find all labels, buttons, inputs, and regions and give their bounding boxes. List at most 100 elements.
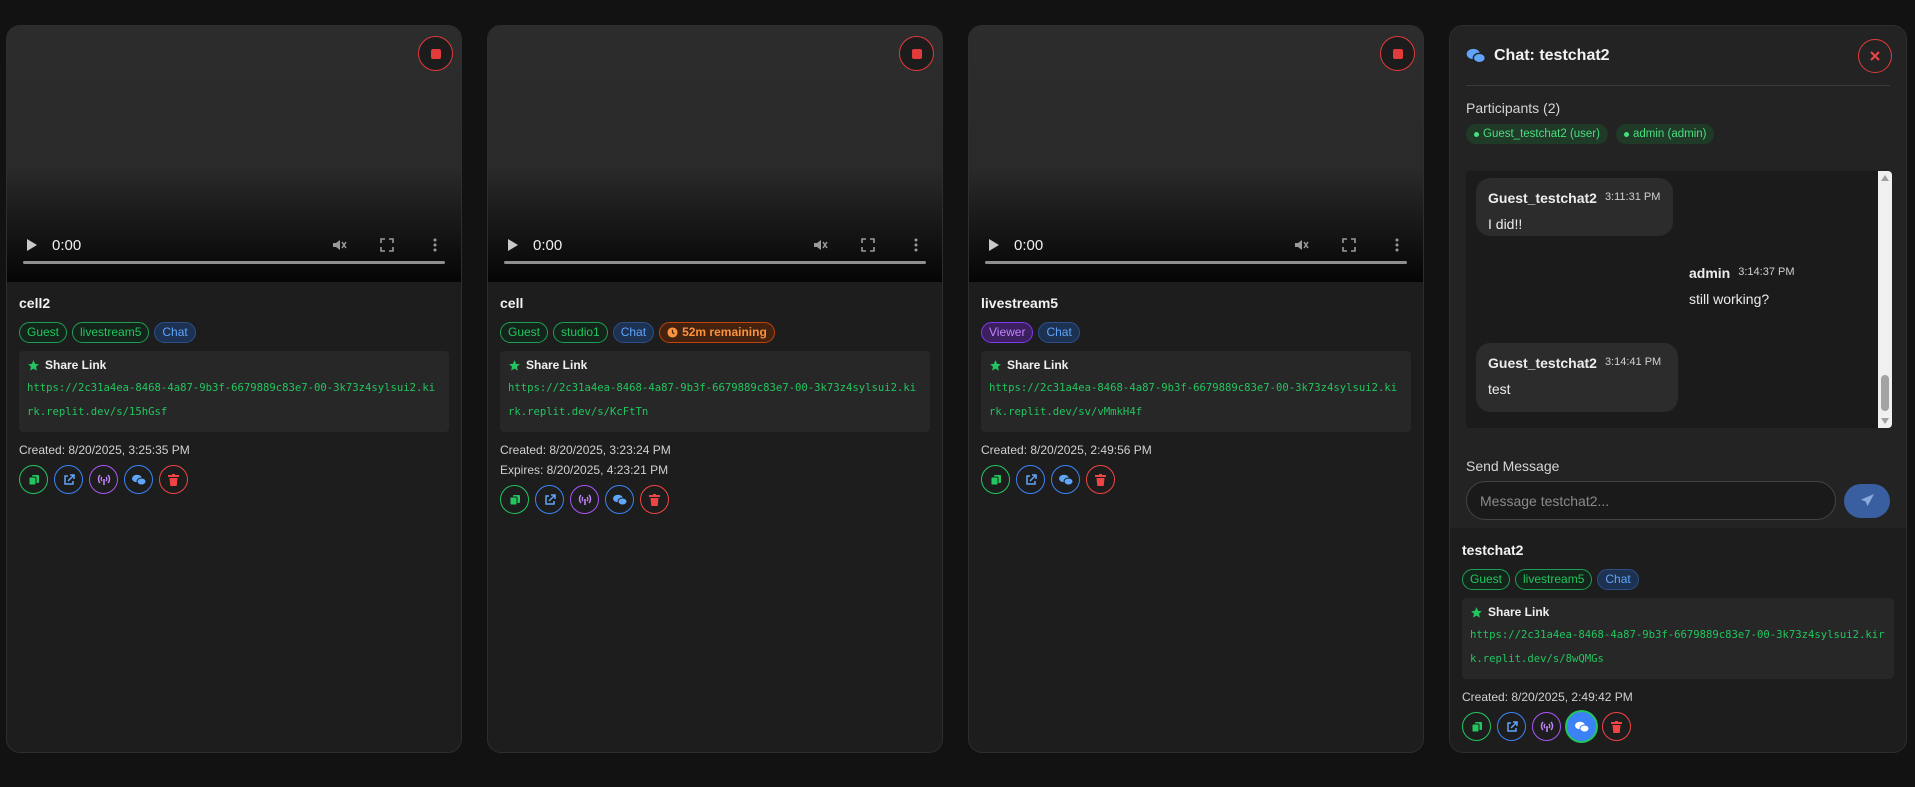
video-player[interactable]: 0:00 (488, 26, 942, 282)
copy-link-button[interactable] (19, 465, 48, 494)
video-time: 0:00 (533, 236, 563, 254)
share-link-url[interactable]: https://2c31a4ea-8468-4a87-9b3f-6679889c… (989, 376, 1403, 424)
message-list[interactable]: Guest_testchat2 3:11:31 PM I did!! admin 3… (1466, 171, 1892, 428)
scroll-up-icon[interactable] (1881, 175, 1889, 181)
trash-icon (1611, 720, 1622, 733)
open-link-button[interactable] (1016, 465, 1045, 494)
copy-link-button[interactable] (981, 465, 1010, 494)
video-player[interactable]: 0:00 (7, 26, 461, 282)
more-vertical-icon[interactable] (1389, 237, 1405, 253)
stream-name: cell2 (19, 295, 51, 311)
stream-card-testchat2: Chat: testchat2 Participants (2) Guest_t… (1449, 25, 1907, 753)
stop-stream-button[interactable] (899, 36, 934, 71)
fullscreen-icon[interactable] (1341, 237, 1357, 253)
broadcast-button[interactable] (570, 485, 599, 514)
stream-card-livestream5: 0:00 livestream5 Viewer Chat Share Link … (968, 25, 1424, 753)
trash-icon (168, 473, 179, 486)
copy-link-button[interactable] (1462, 712, 1491, 741)
share-link-url[interactable]: https://2c31a4ea-8468-4a87-9b3f-6679889c… (508, 376, 922, 424)
fullscreen-icon[interactable] (379, 237, 395, 253)
action-row (500, 485, 930, 514)
copy-link-button[interactable] (500, 485, 529, 514)
online-dot-icon (1623, 131, 1629, 137)
participant-list: Guest_testchat2 (user) admin (admin) (1466, 124, 1890, 144)
delete-button[interactable] (1086, 465, 1115, 494)
chat-bubbles-icon (1574, 721, 1589, 732)
play-icon[interactable] (508, 239, 518, 251)
share-link-url[interactable]: https://2c31a4ea-8468-4a87-9b3f-6679889c… (1470, 623, 1886, 671)
stop-stream-button[interactable] (1380, 36, 1415, 71)
play-icon[interactable] (989, 239, 999, 251)
share-link-label: Share Link (1488, 605, 1550, 619)
trash-icon (649, 493, 660, 506)
open-link-button[interactable] (1497, 712, 1526, 741)
participant-name: Guest_testchat2 (user) (1483, 128, 1600, 140)
copy-icon (1471, 721, 1482, 732)
created-date: Created: 8/20/2025, 3:25:35 PM (19, 443, 190, 457)
video-player[interactable]: 0:00 (969, 26, 1423, 282)
fullscreen-icon[interactable] (860, 237, 876, 253)
chat-button-active[interactable] (1567, 712, 1596, 741)
participant-name: admin (admin) (1632, 128, 1707, 140)
share-link-box: Share Link https://2c31a4ea-8468-4a87-9b… (981, 351, 1411, 432)
chat-message: Guest_testchat2 3:11:31 PM I did!! (1476, 178, 1673, 236)
stream-badge: livestream5 (72, 322, 150, 343)
chat-title: Chat: testchat2 (1494, 46, 1610, 64)
broadcast-button[interactable] (89, 465, 118, 494)
stream-name: livestream5 (981, 295, 1059, 311)
open-link-button[interactable] (54, 465, 83, 494)
stop-stream-button[interactable] (418, 36, 453, 71)
scroll-down-icon[interactable] (1881, 418, 1889, 424)
message-text: I did!! (1488, 216, 1523, 232)
share-link-label: Share Link (1007, 358, 1069, 372)
volume-muted-icon[interactable] (331, 237, 347, 253)
created-date: Created: 8/20/2025, 2:49:42 PM (1462, 690, 1633, 704)
chat-bubbles-icon (1058, 474, 1073, 485)
broadcast-icon (1540, 721, 1553, 732)
share-link-label: Share Link (526, 358, 588, 372)
star-icon (509, 359, 520, 371)
message-time: 3:11:31 PM (1604, 191, 1661, 203)
chat-button[interactable] (605, 485, 634, 514)
message-text: test (1488, 381, 1511, 397)
participants-label: Participants (2) (1466, 100, 1561, 116)
stream-card-cell: 0:00 cell Guest studio1 Chat 52m remaini… (487, 25, 943, 753)
stop-icon (1392, 48, 1403, 59)
share-link-url[interactable]: https://2c31a4ea-8468-4a87-9b3f-6679889c… (27, 376, 441, 424)
send-button[interactable] (1844, 483, 1890, 518)
chat-button[interactable] (124, 465, 153, 494)
delete-button[interactable] (159, 465, 188, 494)
share-link-label: Share Link (45, 358, 107, 372)
stream-name: cell (500, 295, 524, 311)
message-scrollbar[interactable] (1878, 171, 1892, 428)
delete-button[interactable] (640, 485, 669, 514)
broadcast-button[interactable] (1532, 712, 1561, 741)
video-time: 0:00 (52, 236, 82, 254)
video-progress-bar[interactable] (504, 261, 926, 264)
stream-badge: livestream5 (1515, 569, 1593, 590)
message-sender: admin (1689, 265, 1731, 281)
volume-muted-icon[interactable] (812, 237, 828, 253)
more-vertical-icon[interactable] (427, 237, 443, 253)
broadcast-icon (578, 494, 591, 505)
video-progress-bar[interactable] (23, 261, 445, 264)
created-date: Created: 8/20/2025, 2:49:56 PM (981, 443, 1152, 457)
chat-badge: Chat (154, 322, 196, 343)
delete-button[interactable] (1602, 712, 1631, 741)
message-sender: Guest_testchat2 (1488, 355, 1597, 371)
message-input[interactable] (1466, 481, 1836, 520)
message-sender: Guest_testchat2 (1488, 190, 1597, 206)
volume-muted-icon[interactable] (1293, 237, 1309, 253)
close-chat-button[interactable] (1858, 38, 1892, 73)
scrollbar-thumb[interactable] (1881, 375, 1889, 411)
video-progress-bar[interactable] (985, 261, 1407, 264)
play-icon[interactable] (27, 239, 37, 251)
external-link-icon (1025, 473, 1037, 485)
trash-icon (1095, 473, 1106, 486)
more-vertical-icon[interactable] (908, 237, 924, 253)
copy-icon (28, 474, 39, 485)
open-link-button[interactable] (535, 485, 564, 514)
remaining-text: 52m remaining (682, 325, 767, 339)
chat-button[interactable] (1051, 465, 1080, 494)
chat-panel: Chat: testchat2 Participants (2) Guest_t… (1450, 26, 1906, 528)
